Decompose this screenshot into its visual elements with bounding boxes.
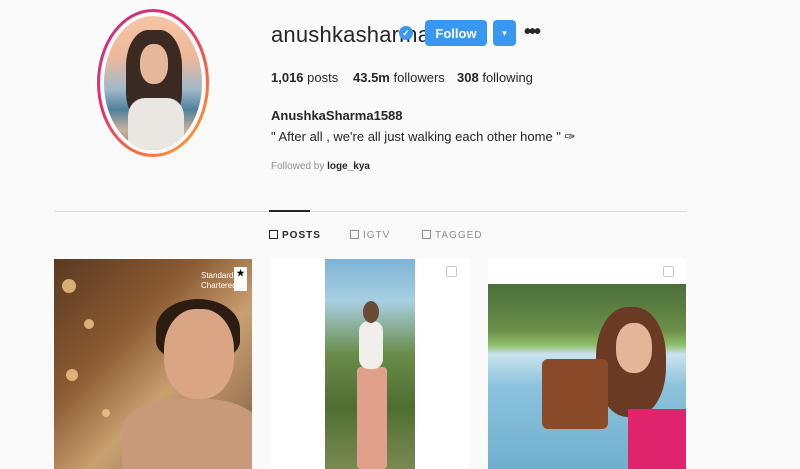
followers-count: 43.5m [353,70,390,85]
followed-by-user[interactable]: loge_kya [327,161,370,172]
bokeh-light [102,409,110,417]
avatar-border [100,12,206,154]
grid-icon [269,230,278,239]
post-subject-face [164,309,234,399]
brand-logo-icon: ★ [234,267,247,291]
followers-label: followers [393,70,445,85]
profile-full-name: AnushkaSharma1588 [271,108,403,123]
bokeh-light [62,279,76,293]
following-stat[interactable]: 308 following [457,70,533,85]
tab-tagged-label: TAGGED [435,230,483,241]
tab-posts[interactable]: POSTS [269,230,321,241]
avatar-face [140,44,168,84]
active-tab-indicator [269,210,310,212]
posts-count: 1,016 [271,70,304,85]
carousel-icon [663,266,674,277]
avatar-top [128,98,184,150]
following-count: 308 [457,70,479,85]
suggestions-dropdown-button[interactable]: ▾ [493,20,516,46]
post-thumbnail[interactable] [488,259,686,469]
followers-stat[interactable]: 43.5m followers [353,70,445,85]
bokeh-light [66,369,78,381]
follow-button[interactable]: Follow [425,20,487,46]
post-subject-head [363,301,379,323]
post-subject-body [122,399,252,469]
verified-badge-icon: ✓ [399,26,413,40]
brand-line-2: Chartered [201,281,237,290]
post-subject-dress [628,409,686,469]
tab-igtv-label: IGTV [363,230,391,241]
post-subject-top [359,321,383,369]
post-thumbnail[interactable] [271,259,469,469]
igtv-icon [350,230,359,239]
handbag [542,359,608,429]
posts-label: posts [307,70,339,85]
post-subject-face [616,323,652,373]
profile-bio: " After all , we're all just walking eac… [271,129,576,144]
brand-watermark: Standard Chartered [201,271,237,291]
carousel-icon [446,266,457,277]
brand-line-1: Standard [201,271,234,280]
tab-posts-label: POSTS [282,230,321,241]
following-label: following [482,70,533,85]
followed-by[interactable]: Followed by loge_kya [271,161,370,172]
tagged-icon [422,230,431,239]
avatar-photo [104,16,202,150]
tab-tagged[interactable]: TAGGED [422,230,482,241]
bokeh-light [84,319,94,329]
profile-avatar[interactable] [97,9,209,157]
tabs-divider [54,211,686,212]
posts-stat: 1,016 posts [271,70,338,85]
more-options-icon[interactable]: ••• [524,22,541,42]
tab-igtv[interactable]: IGTV [350,230,390,241]
post-thumbnail[interactable]: Standard Chartered ★ [54,259,252,469]
followed-by-prefix: Followed by [271,161,325,172]
post-subject-legs [357,367,387,469]
